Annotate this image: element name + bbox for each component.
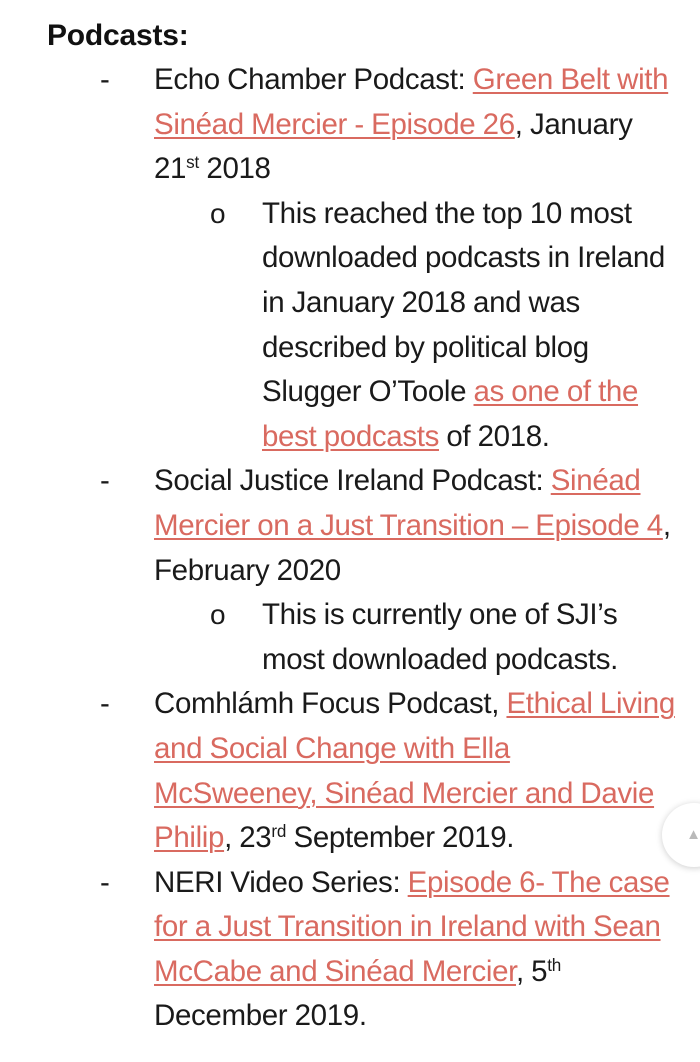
circle-bullet-marker: o [210,599,226,631]
sub-item-text-tail: of 2018. [438,419,550,453]
dash-bullet-marker: - [100,63,110,96]
ordinal-superscript: rd [271,822,287,842]
dash-bullet-marker: - [100,687,110,721]
list-item-prefix: Social Justice Ireland Podcast: [154,464,551,498]
circle-bullet-marker: o [210,197,226,229]
list-item-suffix: , 23 [224,821,272,855]
dash-bullet-marker: - [100,865,110,899]
list-item: - Echo Chamber Podcast: Green Belt with … [100,58,680,192]
list-item-prefix: NERI Video Series: [154,865,408,899]
list-item-suffix-tail: 2018 [199,152,271,186]
dash-bullet-marker: - [100,464,110,498]
page-title: Podcasts: [47,19,189,52]
ordinal-superscript: th [547,955,562,975]
list-item-prefix: Comhlámh Focus Podcast, [154,687,507,721]
list-item-suffix-tail: September 2019. [286,821,515,855]
sub-list-item: o This reached the top 10 most downloade… [210,192,680,460]
list-item-suffix: , 5 [515,954,548,988]
list-item: - Social Justice Ireland Podcast: Sinéad… [100,459,680,593]
list-item-prefix: Echo Chamber Podcast: [154,63,473,96]
document-body: Podcasts: - Echo Chamber Podcast: Green … [0,14,700,1039]
sub-list-item: o This is currently one of SJI’s most do… [210,593,680,682]
document-page: Podcasts: - Echo Chamber Podcast: Green … [0,0,700,1062]
list-item: - NERI Video Series: Episode 6- The case… [100,861,680,1039]
ordinal-superscript: st [186,153,200,173]
sub-item-text: This is currently one of SJI’s most down… [262,598,618,676]
list-item: - Comhlámh Focus Podcast, Ethical Living… [100,682,680,860]
chevron-collapse-icon: ▲▼ [686,826,700,844]
list-item-suffix-tail: December 2019. [154,999,367,1033]
